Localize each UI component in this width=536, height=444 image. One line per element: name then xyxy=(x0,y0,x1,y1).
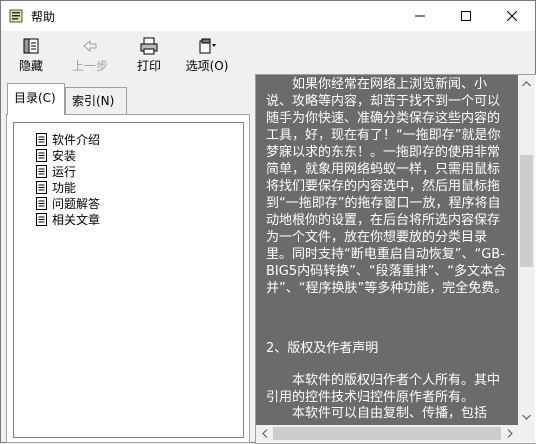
tree-item-label: 软件介绍 xyxy=(52,132,101,147)
tree-item-features[interactable]: 功能 xyxy=(36,179,76,195)
content-heading-copyright: 2、版权及作者声明 xyxy=(266,341,379,356)
scroll-down-arrow[interactable] xyxy=(518,408,535,425)
document-icon xyxy=(36,164,47,178)
chevron-down-icon xyxy=(522,414,531,420)
tab-index-label: 索引(N) xyxy=(72,94,115,108)
content-paragraph-copyright: 本软件的版权归作者个人所有。其中引用的控件技术归控件原作者所有。 xyxy=(266,373,501,405)
options-icon xyxy=(199,38,216,54)
tab-index[interactable]: 索引(N) xyxy=(65,87,127,114)
print-label: 打印 xyxy=(136,59,161,73)
back-label: 上一步 xyxy=(71,59,108,73)
close-button[interactable] xyxy=(489,1,535,31)
tree-item-faq[interactable]: 问题解答 xyxy=(36,195,100,211)
hide-label: 隐藏 xyxy=(18,59,43,73)
tab-contents[interactable]: 目录(C) xyxy=(7,83,65,115)
hide-pane-icon xyxy=(23,38,39,54)
chevron-left-icon xyxy=(261,429,267,438)
tree-item-articles[interactable]: 相关文章 xyxy=(36,211,100,227)
title-bar: 帮助 xyxy=(1,1,535,31)
print-button[interactable]: 打印 xyxy=(121,33,177,73)
tree-item-label: 功能 xyxy=(52,180,77,195)
content-paragraph-intro: 如果你经常在网络上浏览新闻、小说、攻略等内容，却苦于找不到一个可以随手为你快速、… xyxy=(266,77,508,296)
contents-tree[interactable]: 软件介绍 安装 运行 功能 问题解答 相关文章 xyxy=(13,122,244,438)
content-paragraph-copy: 本软件可以自由复制、传播，包括 xyxy=(292,406,488,421)
document-icon xyxy=(36,180,47,194)
window-title: 帮助 xyxy=(31,10,56,24)
options-label: 选项(O) xyxy=(185,59,229,73)
maximize-button[interactable] xyxy=(443,1,489,31)
tree-item-label: 运行 xyxy=(52,164,77,179)
horizontal-scrollbar[interactable] xyxy=(256,425,518,442)
tree-item-label: 问题解答 xyxy=(52,196,101,211)
minimize-icon xyxy=(415,15,425,17)
back-button[interactable]: 上一步 xyxy=(62,33,118,73)
scrollbar-corner xyxy=(518,425,535,442)
document-icon xyxy=(36,132,47,146)
tab-contents-label: 目录(C) xyxy=(14,91,56,105)
tree-item-label: 安装 xyxy=(52,148,77,163)
close-icon xyxy=(507,11,517,21)
scroll-left-arrow[interactable] xyxy=(256,425,273,442)
help-book-icon xyxy=(9,9,23,23)
help-window: 帮助 隐藏 上一步 打印 选项(O) 目录(C) 索引(N) 软件介绍 安装 运… xyxy=(0,0,536,444)
scroll-right-arrow[interactable] xyxy=(501,425,518,442)
maximize-icon xyxy=(461,11,471,21)
tree-item-label: 相关文章 xyxy=(52,212,101,227)
tree-item-install[interactable]: 安装 xyxy=(36,147,76,163)
document-icon xyxy=(36,212,47,226)
options-button[interactable]: 选项(O) xyxy=(179,33,235,73)
help-content: 如果你经常在网络上浏览新闻、小说、攻略等内容，却苦于找不到一个可以随手为你快速、… xyxy=(256,75,518,425)
scroll-up-arrow[interactable] xyxy=(518,75,535,92)
document-icon xyxy=(36,196,47,210)
horizontal-scroll-thumb[interactable] xyxy=(273,427,501,440)
hide-button[interactable]: 隐藏 xyxy=(3,33,59,73)
toolbar: 隐藏 上一步 打印 选项(O) xyxy=(1,31,535,75)
tree-item-intro[interactable]: 软件介绍 xyxy=(36,131,100,147)
printer-icon xyxy=(140,37,158,55)
minimize-button[interactable] xyxy=(397,1,443,31)
vertical-scroll-thumb[interactable] xyxy=(520,155,533,267)
contents-panel: 软件介绍 安装 运行 功能 问题解答 相关文章 xyxy=(6,114,250,443)
chevron-right-icon xyxy=(507,429,513,438)
chevron-up-icon xyxy=(522,80,531,86)
vertical-scrollbar[interactable] xyxy=(518,75,535,425)
document-icon xyxy=(36,148,47,162)
back-arrow-icon xyxy=(83,39,97,53)
tree-item-run[interactable]: 运行 xyxy=(36,163,76,179)
